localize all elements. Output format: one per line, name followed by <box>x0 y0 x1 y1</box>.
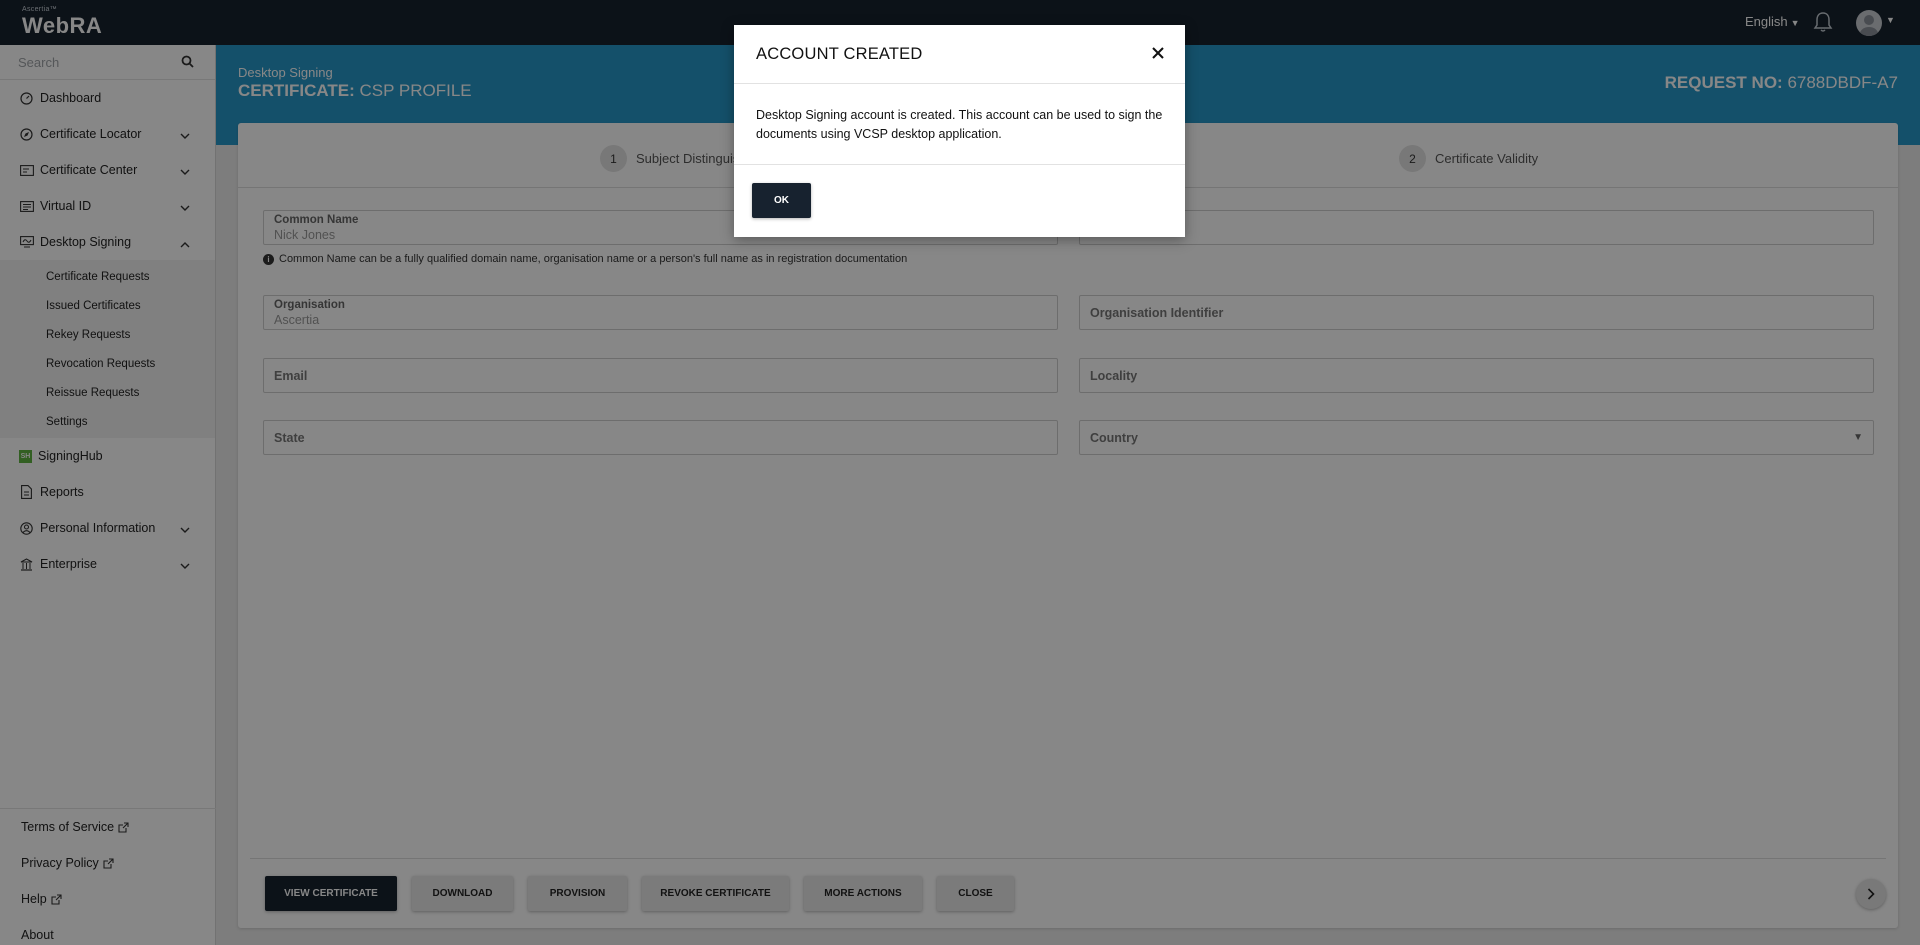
ok-button[interactable]: OK <box>752 183 811 218</box>
close-icon[interactable] <box>1147 42 1169 64</box>
dialog-message: Desktop Signing account is created. This… <box>734 84 1185 165</box>
account-created-dialog: ACCOUNT CREATED Desktop Signing account … <box>734 25 1185 237</box>
dialog-header: ACCOUNT CREATED <box>734 25 1185 84</box>
dialog-footer: OK <box>734 165 1185 237</box>
modal-backdrop[interactable]: ACCOUNT CREATED Desktop Signing account … <box>0 0 1920 945</box>
dialog-title: ACCOUNT CREATED <box>756 45 923 63</box>
